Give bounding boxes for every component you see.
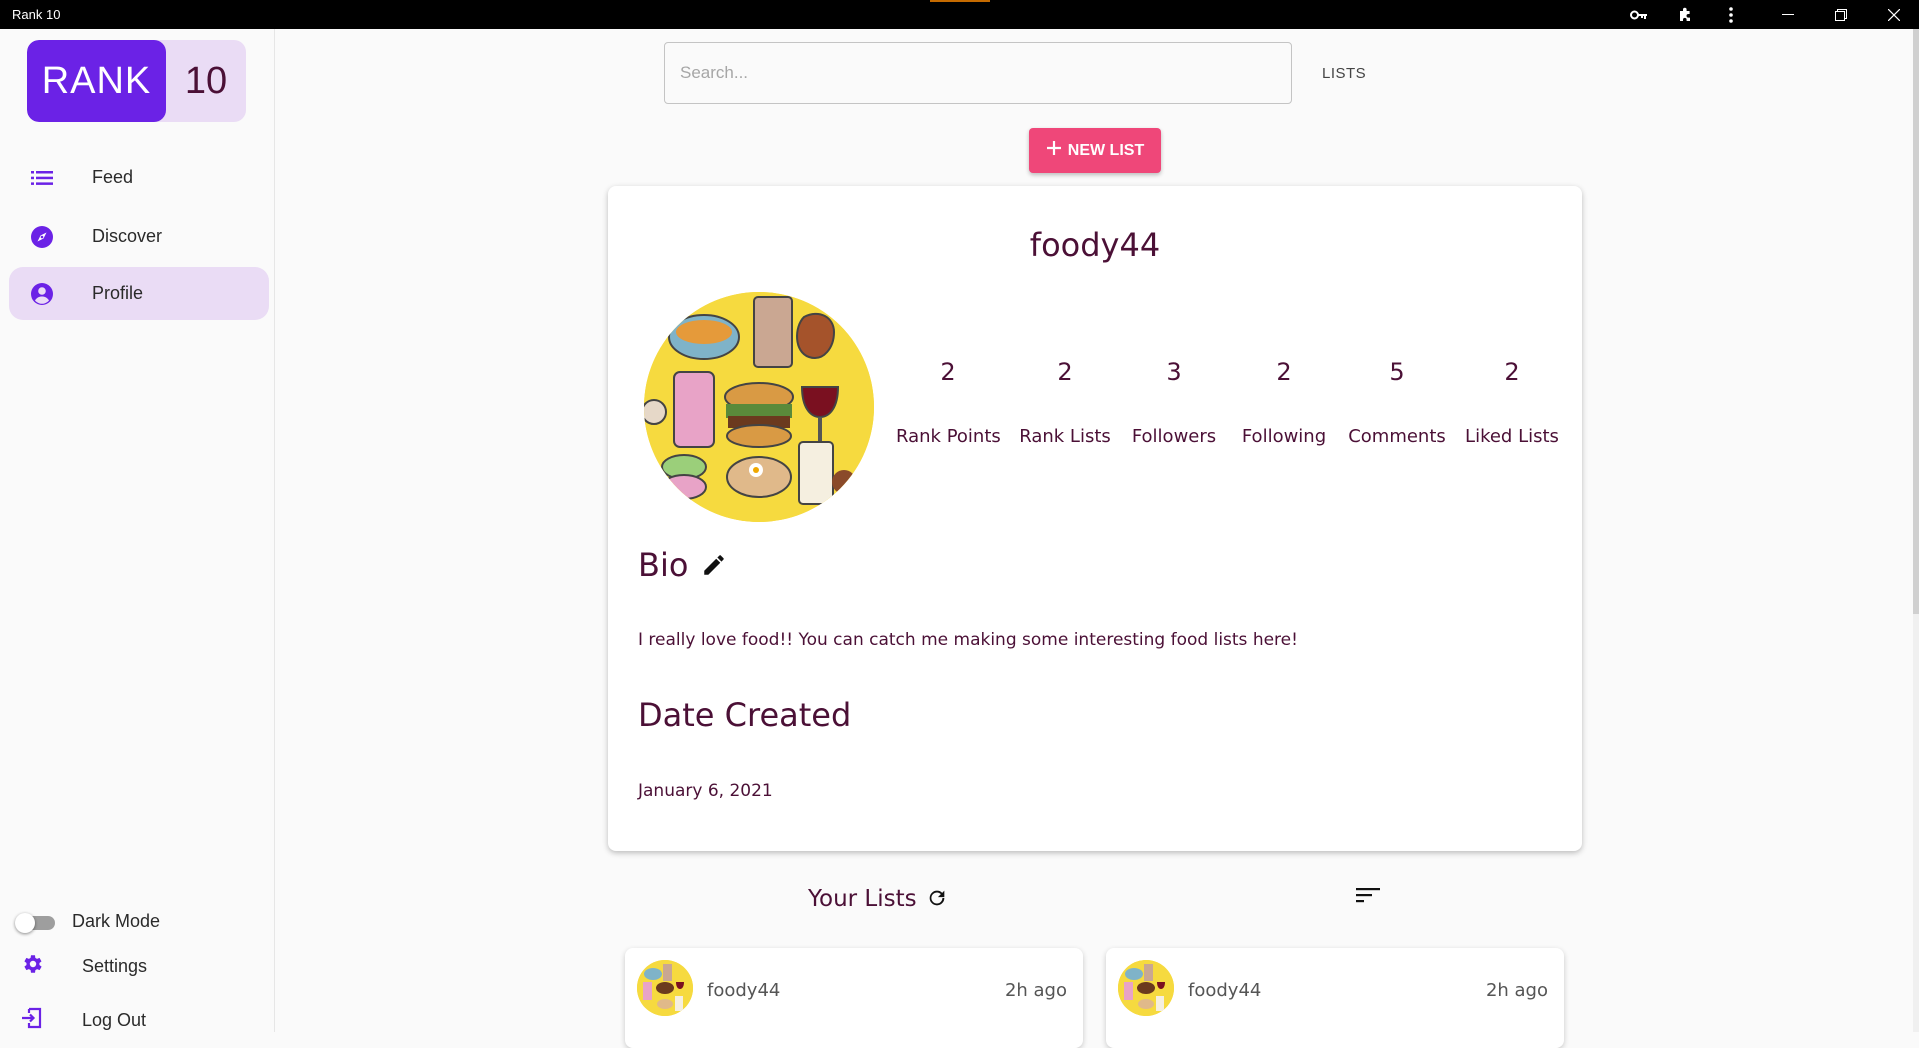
edit-pencil-icon[interactable]: [701, 552, 727, 582]
new-list-label: NEW LIST: [1067, 141, 1145, 159]
logout-icon: [20, 1006, 44, 1034]
sidebar-item-label: Profile: [92, 283, 144, 303]
owner-avatar: [637, 960, 693, 1016]
stat-label: Followers: [1131, 426, 1217, 447]
lists-link[interactable]: LISTS: [1322, 65, 1366, 82]
your-lists-title: Your Lists: [808, 886, 917, 912]
stat-label: Rank Lists: [1019, 426, 1111, 447]
sidebar-item-profile[interactable]: Profile: [9, 267, 269, 320]
search-field[interactable]: [664, 42, 1292, 104]
sidebar-item-label: Feed: [92, 167, 134, 187]
close-icon[interactable]: [1882, 4, 1906, 26]
sidebar-item-label: Discover: [92, 226, 163, 246]
stat-rank-points: 2 Rank Points: [896, 358, 1001, 447]
profile-card: foody44 2 Rank Points 2 Rank Lists 3 Fol…: [608, 186, 1582, 851]
list-owner[interactable]: foody44: [1188, 980, 1261, 1001]
settings-label: Settings: [82, 955, 148, 976]
stat-value: 2: [1276, 358, 1292, 386]
vertical-scrollbar[interactable]: [1913, 29, 1919, 1032]
extensions-icon[interactable]: [1673, 4, 1697, 26]
stat-value: 2: [940, 358, 956, 386]
new-list-button[interactable]: NEW LIST: [1029, 128, 1161, 173]
search-input[interactable]: [665, 43, 1291, 103]
titlebar-accent: [930, 0, 990, 2]
logo-rank-text: RANK: [27, 40, 166, 122]
stat-liked-lists[interactable]: 2 Liked Lists: [1462, 358, 1562, 447]
list-time: 2h ago: [1004, 980, 1067, 1001]
dark-mode-toggle[interactable]: [15, 913, 57, 933]
stat-value: 2: [1504, 358, 1520, 386]
sidebar-item-feed[interactable]: Feed: [9, 151, 269, 204]
dark-mode-label: Dark Mode: [72, 911, 161, 931]
stat-comments: 5 Comments: [1347, 358, 1447, 447]
bio-heading: Bio: [638, 546, 689, 584]
list-owner[interactable]: foody44: [707, 980, 780, 1001]
sidebar-item-discover[interactable]: Discover: [9, 210, 269, 263]
list-card[interactable]: foody44 2h ago: [625, 948, 1083, 1048]
app-logo[interactable]: RANK 10: [27, 40, 246, 122]
profile-username: foody44: [1029, 226, 1161, 264]
list-card[interactable]: foody44 2h ago: [1106, 948, 1564, 1048]
stat-label: Comments: [1348, 426, 1446, 447]
stat-value: 5: [1389, 358, 1405, 386]
list-time: 2h ago: [1485, 980, 1548, 1001]
refresh-icon[interactable]: [926, 887, 948, 913]
logout-link[interactable]: Log Out: [20, 1005, 146, 1035]
minimize-icon[interactable]: [1776, 4, 1800, 26]
scrollbar-thumb[interactable]: [1913, 29, 1919, 614]
bio-text: I really love food!! You can catch me ma…: [638, 630, 1298, 650]
date-created-heading: Date Created: [638, 696, 852, 734]
plus-icon: [1046, 140, 1062, 161]
stat-followers[interactable]: 3 Followers: [1129, 358, 1219, 447]
stat-value: 2: [1057, 358, 1073, 386]
owner-avatar: [1118, 960, 1174, 1016]
stat-following[interactable]: 2 Following: [1236, 358, 1332, 447]
account-circle-icon: [29, 281, 55, 307]
gear-icon: [20, 952, 44, 980]
compass-icon: [29, 224, 55, 250]
date-created-value: January 6, 2021: [638, 781, 773, 801]
sort-icon[interactable]: [1356, 886, 1380, 908]
more-vert-icon[interactable]: [1719, 4, 1743, 26]
stat-label: Following: [1241, 426, 1327, 447]
restore-icon[interactable]: [1829, 4, 1853, 26]
settings-link[interactable]: Settings: [20, 951, 147, 981]
logo-number-text: 10: [184, 59, 228, 102]
list-icon: [29, 165, 55, 191]
window-title: Rank 10: [12, 7, 61, 22]
stat-label: Liked Lists: [1465, 426, 1559, 447]
window-titlebar: Rank 10: [0, 0, 1919, 29]
toggle-knob: [15, 913, 35, 933]
profile-avatar[interactable]: [644, 292, 874, 522]
stat-value: 3: [1166, 358, 1182, 386]
key-icon[interactable]: [1627, 4, 1651, 26]
logout-label: Log Out: [82, 1009, 147, 1030]
stat-rank-lists: 2 Rank Lists: [1015, 358, 1115, 447]
sidebar: RANK 10 Feed Discover Profile Dark Mode …: [0, 29, 275, 1032]
stat-label: Rank Points: [896, 426, 1001, 447]
